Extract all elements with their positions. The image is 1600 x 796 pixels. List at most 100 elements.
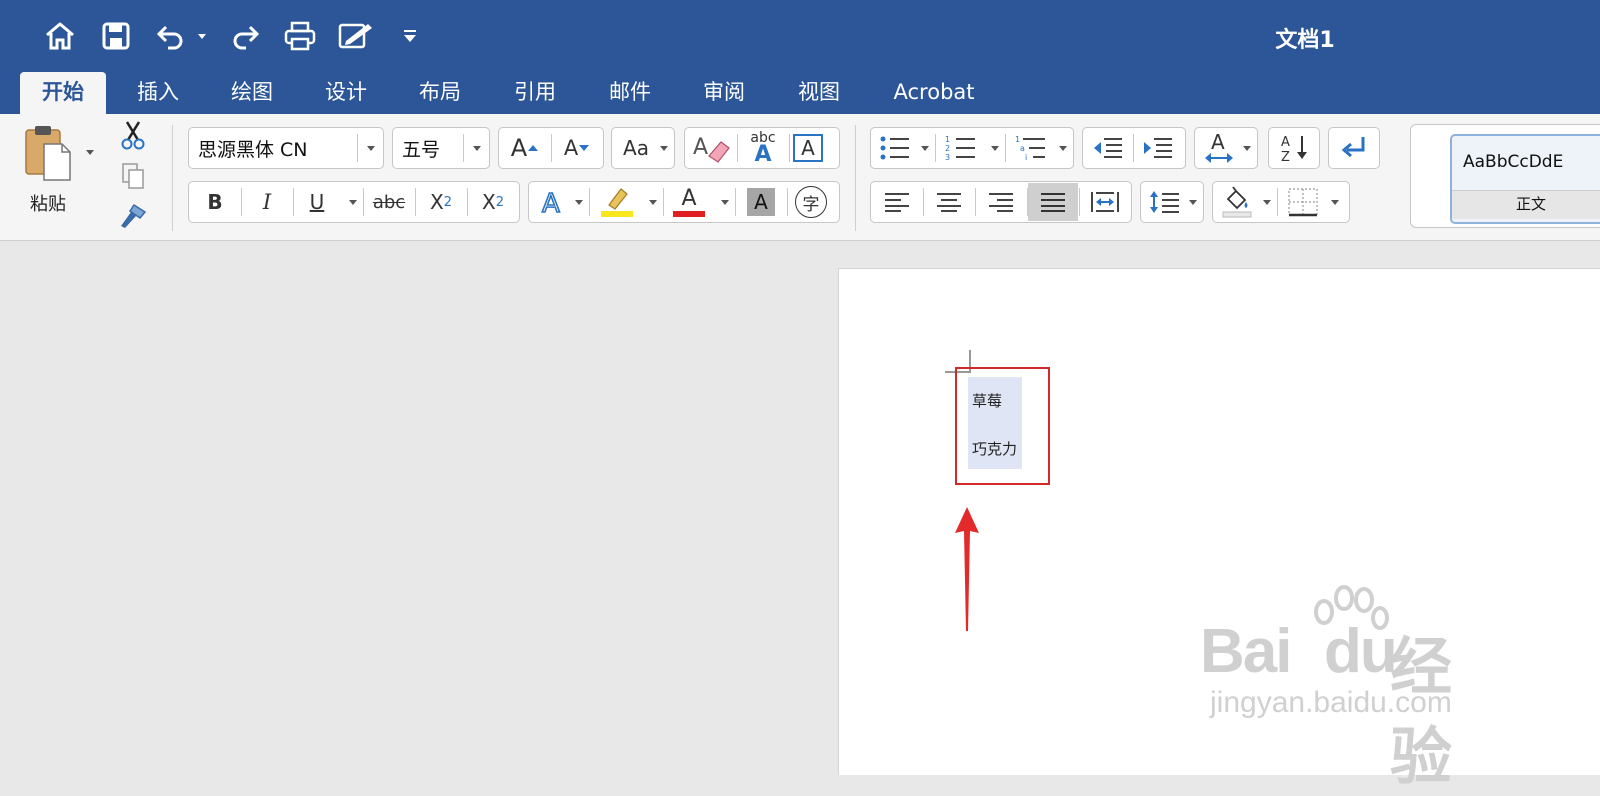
undo-icon[interactable] <box>156 18 190 54</box>
highlight-button[interactable] <box>595 184 639 220</box>
cut-icon[interactable] <box>120 120 146 154</box>
justify-button[interactable] <box>1028 183 1078 221</box>
decrease-indent-button[interactable] <box>1087 132 1129 164</box>
bullets-button[interactable] <box>875 132 915 164</box>
tab-draw[interactable]: 绘图 <box>212 72 292 114</box>
character-border-label: A <box>801 136 815 160</box>
decrease-indent-icon <box>1094 138 1122 158</box>
subscript-button[interactable]: X2 <box>417 184 465 220</box>
indent-group <box>1082 127 1186 169</box>
show-formatting-marks-button[interactable] <box>1328 127 1380 169</box>
borders-icon <box>1288 188 1318 217</box>
shrink-font-button[interactable]: A <box>553 130 601 166</box>
character-spacing-icon: A <box>1199 130 1239 166</box>
font-color-group: A A A 字 <box>528 181 840 223</box>
svg-text:A: A <box>1281 135 1290 150</box>
multilevel-list-button[interactable]: 1ai <box>1011 132 1051 164</box>
superscript-button[interactable]: X2 <box>469 184 517 220</box>
paste-icon <box>25 126 71 181</box>
distributed-icon <box>1091 192 1119 212</box>
multilevel-list-dropdown-icon[interactable] <box>1059 146 1067 151</box>
triangle-down-icon <box>579 145 590 151</box>
tab-review[interactable]: 审阅 <box>684 72 764 114</box>
font-name-combo[interactable]: 思源黑体 CN <box>188 127 384 169</box>
watermark-brand-end: du <box>1324 617 1398 686</box>
highlighter-icon <box>601 188 633 217</box>
align-center-icon <box>937 193 961 212</box>
enclose-characters-button[interactable]: 字 <box>795 186 827 218</box>
phonetic-guide-button[interactable]: abc A <box>739 130 787 166</box>
italic-button[interactable]: I <box>243 184 291 220</box>
change-case-label: Aa <box>623 136 649 160</box>
clear-formatting-button[interactable]: A <box>687 130 735 166</box>
highlight-dropdown-icon[interactable] <box>649 200 657 205</box>
font-name-value: 思源黑体 CN <box>198 139 308 161</box>
save-icon[interactable] <box>102 18 130 54</box>
line-spacing-button[interactable] <box>1140 181 1204 223</box>
grow-font-button[interactable]: A <box>501 130 549 166</box>
format-painter-icon[interactable] <box>118 202 148 234</box>
tab-insert[interactable]: 插入 <box>118 72 198 114</box>
change-case-dropdown-icon[interactable] <box>660 146 668 151</box>
character-spacing-button[interactable]: A <box>1194 127 1258 169</box>
shrink-font-label: A <box>563 136 579 160</box>
shading-button[interactable] <box>1217 184 1257 220</box>
tab-design[interactable]: 设计 <box>306 72 386 114</box>
align-right-button[interactable] <box>977 184 1025 220</box>
borders-dropdown-icon[interactable] <box>1331 200 1339 205</box>
underline-button[interactable]: U <box>295 184 339 220</box>
tab-layout[interactable]: 布局 <box>400 72 480 114</box>
phonetic-guide-letter: A <box>754 142 772 167</box>
change-case-button[interactable]: Aa <box>611 127 675 169</box>
align-left-button[interactable] <box>873 184 921 220</box>
superscript-label: X <box>482 190 496 214</box>
font-color-button[interactable]: A <box>669 184 709 220</box>
font-style-group: B I U abc X2 X2 <box>188 181 520 223</box>
font-name-dropdown-icon[interactable] <box>367 146 375 151</box>
tab-view[interactable]: 视图 <box>779 72 859 114</box>
undo-dropdown-icon[interactable] <box>198 34 206 39</box>
text-effects-icon: A <box>541 188 561 217</box>
shading-dropdown-icon[interactable] <box>1263 200 1271 205</box>
tab-mailings[interactable]: 邮件 <box>590 72 670 114</box>
character-shading-button[interactable]: A <box>747 188 775 216</box>
font-color-dropdown-icon[interactable] <box>721 200 729 205</box>
increase-indent-button[interactable] <box>1137 132 1179 164</box>
svg-text:3: 3 <box>945 153 950 162</box>
character-spacing-dropdown-icon[interactable] <box>1243 146 1251 151</box>
sort-button[interactable]: AZ <box>1268 127 1320 169</box>
bullets-dropdown-icon[interactable] <box>921 146 929 151</box>
distributed-button[interactable] <box>1081 184 1129 220</box>
underline-dropdown-icon[interactable] <box>349 200 357 205</box>
tab-home[interactable]: 开始 <box>20 72 106 114</box>
home-icon[interactable] <box>44 18 76 54</box>
svg-text:1: 1 <box>1015 135 1020 144</box>
character-border-button[interactable]: A <box>793 134 823 162</box>
text-effects-button[interactable]: A <box>535 184 571 220</box>
borders-button[interactable] <box>1283 184 1323 220</box>
print-icon[interactable] <box>284 18 316 54</box>
strikethrough-button[interactable]: abc <box>365 184 413 220</box>
text-effects-dropdown-icon[interactable] <box>575 200 583 205</box>
enclose-characters-label: 字 <box>802 194 820 215</box>
font-size-dropdown-icon[interactable] <box>473 146 481 151</box>
numbered-list-icon: 123 <box>945 135 975 162</box>
grow-font-label: A <box>510 134 528 162</box>
customize-toolbar-icon[interactable] <box>402 18 418 54</box>
character-shading-label: A <box>754 190 768 214</box>
font-size-combo[interactable]: 五号 <box>392 127 490 169</box>
align-center-button[interactable] <box>925 184 973 220</box>
paste-options-dropdown-icon[interactable] <box>86 150 94 155</box>
tab-references[interactable]: 引用 <box>495 72 575 114</box>
tab-acrobat[interactable]: Acrobat <box>880 72 988 114</box>
edit-document-icon[interactable] <box>338 18 374 54</box>
bold-button[interactable]: B <box>191 184 239 220</box>
svg-text:A: A <box>693 135 708 160</box>
numbering-button[interactable]: 123 <box>941 132 981 164</box>
redo-icon[interactable] <box>228 18 260 54</box>
style-name-label: 正文 <box>1452 190 1600 219</box>
line-spacing-dropdown-icon[interactable] <box>1189 200 1197 205</box>
paste-button[interactable] <box>24 124 74 186</box>
numbering-dropdown-icon[interactable] <box>991 146 999 151</box>
copy-icon[interactable] <box>120 162 146 194</box>
